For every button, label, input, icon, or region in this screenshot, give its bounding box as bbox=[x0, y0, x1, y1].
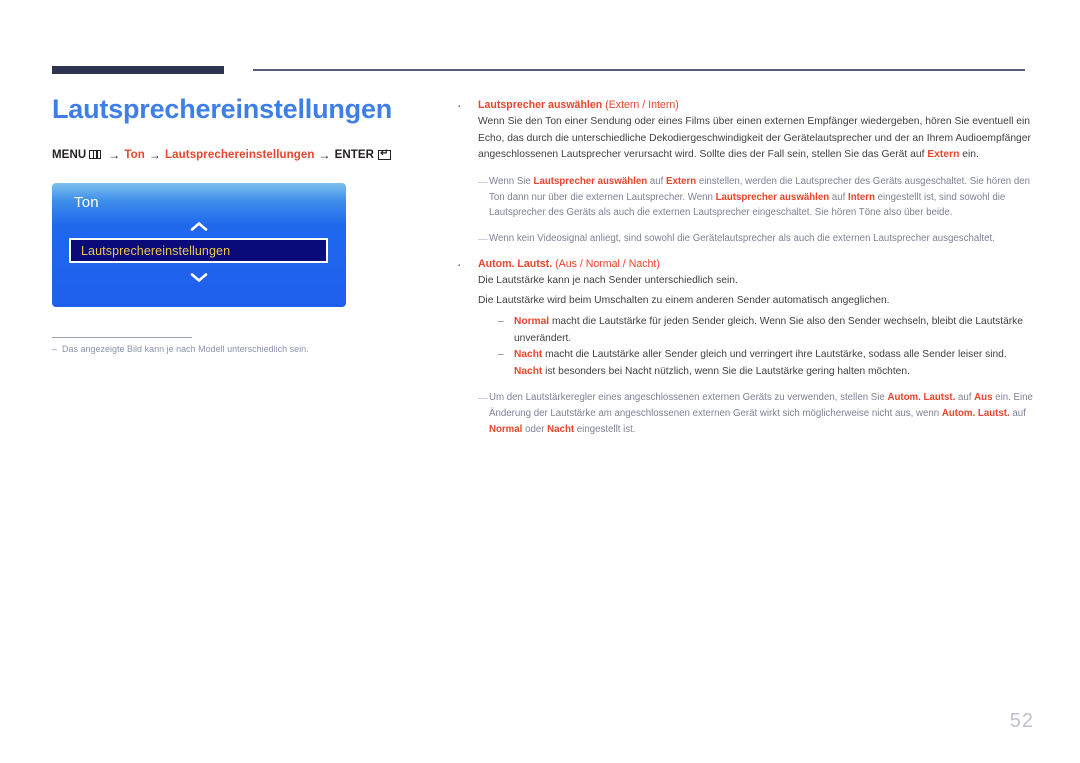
osd-selected-item[interactable]: Lautsprechereinstellungen bbox=[69, 238, 328, 263]
section2-note: — Um den Lautstärkeregler eines angeschl… bbox=[478, 390, 1036, 437]
section2-paragraph-1: Die Lautstärke kann je nach Sender unter… bbox=[478, 274, 738, 286]
right-column: Lautsprecher auswählen (Extern / Intern)… bbox=[458, 98, 1036, 437]
note-dash-icon: — bbox=[478, 234, 488, 246]
s1n1-d: Extern bbox=[666, 175, 697, 187]
section1-heading: Lautsprecher auswählen (Extern / Intern) bbox=[478, 98, 679, 114]
breadcrumb-arrow-1: → bbox=[108, 147, 121, 162]
s2s2-text-b: ist besonders bei Nacht nützlich, wenn S… bbox=[542, 365, 910, 377]
chevron-down-icon bbox=[52, 271, 346, 286]
s2n-g: auf bbox=[1009, 407, 1026, 419]
enter-key-icon bbox=[378, 148, 392, 160]
s2s1-text: macht die Lautstärke für jeden Sender gl… bbox=[514, 316, 1023, 344]
section2-note-text: Um den Lautstärkeregler eines angeschlos… bbox=[489, 390, 1036, 437]
header-accent-bar bbox=[52, 66, 224, 74]
section1-note-2: — Wenn kein Videosignal anliegt, sind so… bbox=[478, 231, 1036, 248]
s2s1-bold: Normal bbox=[514, 316, 550, 328]
section1-note-1-text: Wenn Sie Lautsprecher auswählen auf Exte… bbox=[489, 174, 1036, 221]
section-lautsprecher-auswaehlen: Lautsprecher auswählen (Extern / Intern)… bbox=[458, 98, 1036, 248]
footnote-divider bbox=[52, 337, 192, 338]
section2-paragraph-2: Die Lautstärke wird beim Umschalten zu e… bbox=[478, 295, 890, 307]
section2-sub-normal: – Normal macht die Lautstärke für jeden … bbox=[498, 314, 1036, 347]
osd-selected-item-label: Lautsprechereinstellungen bbox=[81, 243, 231, 258]
s2n-i: oder bbox=[522, 423, 548, 435]
section2-heading-row: Autom. Lautst. (Aus / Normal / Nacht) bbox=[458, 257, 1036, 273]
s2n-c: auf bbox=[955, 392, 975, 404]
s2n-a: Um den Lautstärkeregler eines angeschlos… bbox=[489, 392, 888, 404]
note-dash-icon: — bbox=[478, 176, 488, 188]
s1n1-c: auf bbox=[647, 175, 666, 187]
section1-paragraph: Wenn Sie den Ton einer Sendung oder eine… bbox=[478, 114, 1036, 164]
footnote-dash: – bbox=[52, 344, 58, 354]
breadcrumb-step-lautsprechereinstellungen: Lautsprechereinstellungen bbox=[165, 148, 315, 161]
section2-heading-main: Autom. Lautst. bbox=[478, 257, 556, 270]
menu-grid-icon bbox=[89, 150, 102, 160]
section2-heading: Autom. Lautst. (Aus / Normal / Nacht) bbox=[478, 257, 660, 273]
s2n-k: eingestellt ist. bbox=[574, 423, 636, 435]
s2n-j: Nacht bbox=[547, 423, 575, 435]
breadcrumb-menu-label: MENU bbox=[52, 148, 87, 161]
footnote: – Das angezeigte Bild kann je nach Model… bbox=[52, 343, 412, 356]
s1n1-b: Lautsprecher auswählen bbox=[533, 175, 648, 187]
breadcrumb-arrow-3: → bbox=[318, 147, 331, 162]
breadcrumb-enter-label: ENTER bbox=[334, 148, 375, 161]
bullet-icon bbox=[458, 98, 478, 110]
section1-note-2-text: Wenn kein Videosignal anliegt, sind sowo… bbox=[489, 233, 995, 245]
section2-heading-options: (Aus / Normal / Nacht) bbox=[555, 257, 660, 270]
osd-menu-title: Ton bbox=[74, 194, 99, 211]
chevron-up-icon bbox=[52, 220, 346, 235]
section1-paragraph-bold: Extern bbox=[927, 149, 960, 161]
s1n1-g: auf bbox=[829, 191, 849, 203]
s1n1-f: Lautsprecher auswählen bbox=[715, 191, 830, 203]
s2s2-bold-b: Nacht bbox=[514, 365, 543, 377]
section-autom-lautst: Autom. Lautst. (Aus / Normal / Nacht) Di… bbox=[458, 257, 1036, 437]
dash-bullet-icon: – bbox=[498, 316, 504, 328]
section2-sub-normal-text: Normal macht die Lautstärke für jeden Se… bbox=[514, 314, 1036, 347]
dash-bullet-icon: – bbox=[498, 349, 504, 361]
s2s2-text-a: macht die Lautstärke aller Sender gleich… bbox=[542, 349, 1007, 361]
manual-page: Lautsprechereinstellungen MENU → Ton → L… bbox=[0, 0, 1080, 763]
s2n-b: Autom. Lautst. bbox=[887, 392, 956, 404]
s2n-h: Normal bbox=[489, 423, 523, 435]
s2n-d: Aus bbox=[974, 392, 993, 404]
breadcrumb-arrow-2: → bbox=[148, 147, 162, 162]
menu-breadcrumb: MENU → Ton → Lautsprechereinstellungen →… bbox=[52, 148, 412, 162]
osd-preview-panel: Ton Lautsprechereinstellungen bbox=[52, 183, 346, 307]
section1-note-1: — Wenn Sie Lautsprecher auswählen auf Ex… bbox=[478, 174, 1036, 221]
section1-paragraph-end: ein. bbox=[959, 149, 979, 161]
s2n-f: Autom. Lautst. bbox=[941, 407, 1010, 419]
section2-sub-nacht: – Nacht macht die Lautstärke aller Sende… bbox=[498, 347, 1036, 380]
section2-sub-nacht-text: Nacht macht die Lautstärke aller Sender … bbox=[514, 347, 1036, 380]
note-dash-icon: — bbox=[478, 393, 488, 405]
section1-heading-main: Lautsprecher auswählen bbox=[478, 99, 606, 111]
page-number: 52 bbox=[1009, 710, 1034, 732]
s1n1-h: Intern bbox=[848, 191, 875, 203]
page-title: Lautsprechereinstellungen bbox=[52, 94, 393, 124]
footnote-text: Das angezeigte Bild kann je nach Modell … bbox=[62, 344, 309, 354]
s1n1-a: Wenn Sie bbox=[489, 175, 534, 187]
header-divider-line bbox=[253, 69, 1025, 71]
section1-heading-row: Lautsprecher auswählen (Extern / Intern) bbox=[458, 98, 1036, 114]
bullet-icon bbox=[458, 257, 478, 269]
left-column: Lautsprechereinstellungen MENU → Ton → L… bbox=[52, 94, 412, 162]
s2s2-bold-a: Nacht bbox=[514, 349, 543, 361]
section1-heading-options: (Extern / Intern) bbox=[605, 99, 679, 111]
breadcrumb-step-ton: Ton bbox=[124, 148, 145, 161]
